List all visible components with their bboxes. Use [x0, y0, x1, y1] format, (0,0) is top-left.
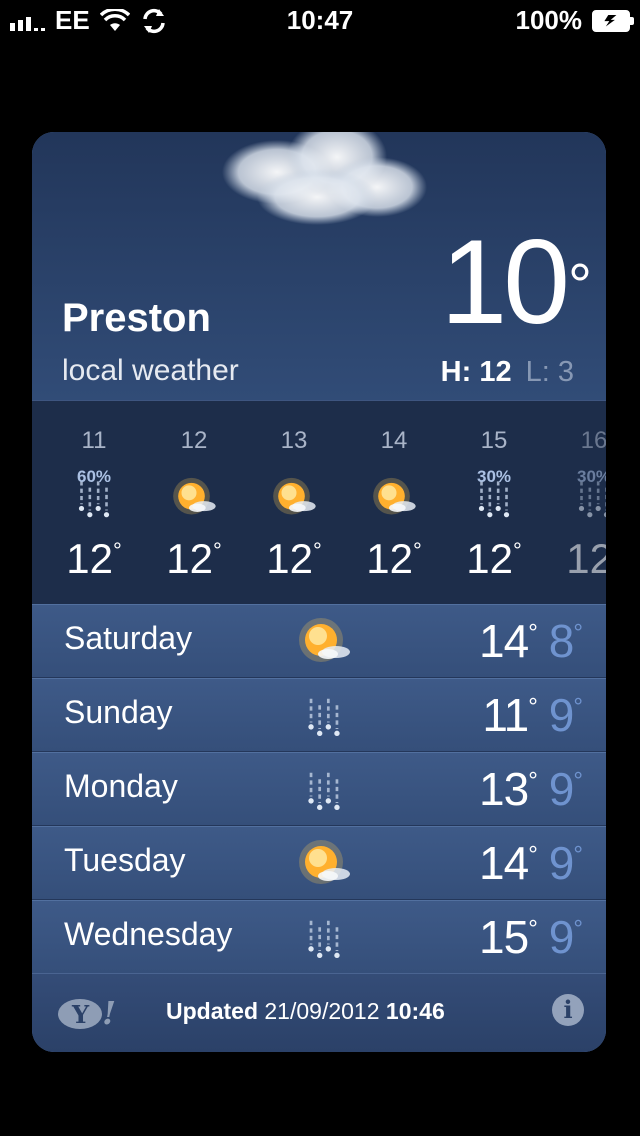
current-temperature: 10°	[441, 222, 592, 342]
card-footer: Y ! Updated 21/09/2012 10:46 i	[32, 973, 606, 1052]
day-row: Sunday 11° 9°	[32, 678, 606, 752]
precipitation-chance: 30%	[576, 467, 606, 486]
yahoo-logo-icon[interactable]: Y !	[56, 992, 116, 1032]
hour-label: 12	[180, 427, 208, 454]
degree-symbol: °	[568, 252, 592, 319]
rain-icon	[294, 910, 354, 964]
svg-text:!: !	[102, 994, 116, 1032]
hour-label: 13	[280, 427, 308, 454]
weather-card[interactable]: Preston local weather 10° H: 12 L: 3 11 60…	[32, 132, 606, 1052]
updated-time: 10:46	[385, 998, 445, 1024]
hour-temp: 12°	[566, 535, 606, 582]
status-bar: EE 10:47 100%	[0, 0, 640, 40]
day-temps: 11° 9°	[482, 688, 583, 742]
day-high: 13°	[479, 763, 538, 815]
sun-cloud-icon	[169, 467, 219, 527]
hourly-item: 15 30% 12°	[444, 401, 544, 605]
info-icon[interactable]: i	[552, 994, 584, 1026]
day-low: 9°	[548, 911, 583, 963]
sun-cloud-icon	[369, 467, 419, 527]
hourly-item: 12 12°	[144, 401, 244, 605]
day-low: 9°	[548, 689, 583, 741]
day-name: Monday	[64, 768, 178, 804]
day-temps: 15° 9°	[479, 910, 583, 964]
day-temps: 14° 8°	[479, 614, 583, 668]
day-row: Wednesday 15° 9°	[32, 900, 606, 974]
hour-label: 15	[480, 427, 508, 454]
cloud-icon	[222, 132, 427, 225]
hour-temp: 12°	[366, 535, 422, 582]
high-label: H:	[440, 356, 472, 388]
high-value: 12	[479, 356, 512, 388]
rain-icon: 60%	[69, 467, 119, 527]
hour-temp: 12°	[166, 535, 222, 582]
hour-temp: 12°	[266, 535, 322, 582]
hourly-item: 16 30% 12°	[544, 401, 606, 605]
rain-icon: 30%	[469, 467, 519, 527]
high-low: H: 12 L: 3	[441, 356, 574, 389]
rain-icon	[294, 762, 354, 816]
hourly-item: 13 12°	[244, 401, 344, 605]
day-row: Monday 13° 9°	[32, 752, 606, 826]
status-right: 100%	[515, 5, 634, 36]
day-row: Tuesday 14° 9°	[32, 826, 606, 900]
day-high: 14°	[479, 837, 538, 889]
daily-forecast: Saturday 14° 8° Sunday 11° 9° Monday 13° 9° Tues…	[32, 604, 606, 974]
precipitation-chance: 60%	[76, 467, 112, 486]
high-temp: H: 12	[441, 356, 512, 388]
day-high: 11°	[482, 689, 537, 741]
hourly-item: 14 12°	[344, 401, 444, 605]
low-value: 3	[557, 356, 574, 388]
hour-label: 14	[380, 427, 408, 454]
battery-icon	[592, 9, 634, 32]
day-name: Tuesday	[64, 842, 186, 878]
updated-date: 21/09/2012	[264, 998, 380, 1024]
battery-percent: 100%	[515, 5, 583, 35]
low-label: L:	[525, 356, 550, 388]
current-temp-value: 10	[440, 215, 570, 349]
last-updated: Updated 21/09/2012 10:46	[166, 998, 445, 1025]
hour-label: 16	[580, 427, 606, 454]
low-temp: L: 3	[526, 356, 574, 388]
hourly-forecast[interactable]: 11 60% 12° 12 12° 13 12° 14 12° 15 30% 1…	[32, 400, 606, 606]
svg-text:Y: Y	[71, 1000, 90, 1029]
location-subtitle: local weather	[62, 354, 239, 387]
city-name: Preston	[62, 296, 211, 340]
updated-label: Updated	[166, 998, 258, 1024]
hour-temp: 12°	[66, 535, 122, 582]
day-low: 8°	[548, 615, 583, 667]
sun-cloud-icon	[294, 836, 354, 890]
day-name: Saturday	[64, 620, 193, 656]
day-name: Sunday	[64, 694, 173, 730]
current-conditions: Preston local weather 10° H: 12 L: 3	[32, 132, 606, 400]
day-low: 9°	[548, 763, 583, 815]
day-high: 15°	[479, 911, 538, 963]
day-low: 9°	[548, 837, 583, 889]
day-high: 14°	[479, 615, 538, 667]
day-temps: 13° 9°	[479, 762, 583, 816]
rain-icon: 30%	[569, 467, 606, 527]
hourly-item: 11 60% 12°	[44, 401, 144, 605]
sun-cloud-icon	[294, 614, 354, 668]
hour-temp: 12°	[466, 535, 522, 582]
precipitation-chance: 30%	[476, 467, 512, 486]
day-temps: 14° 9°	[479, 836, 583, 890]
day-name: Wednesday	[64, 916, 233, 952]
sun-cloud-icon	[269, 467, 319, 527]
hour-label: 11	[81, 427, 107, 454]
rain-icon	[294, 688, 354, 742]
day-row: Saturday 14° 8°	[32, 604, 606, 678]
